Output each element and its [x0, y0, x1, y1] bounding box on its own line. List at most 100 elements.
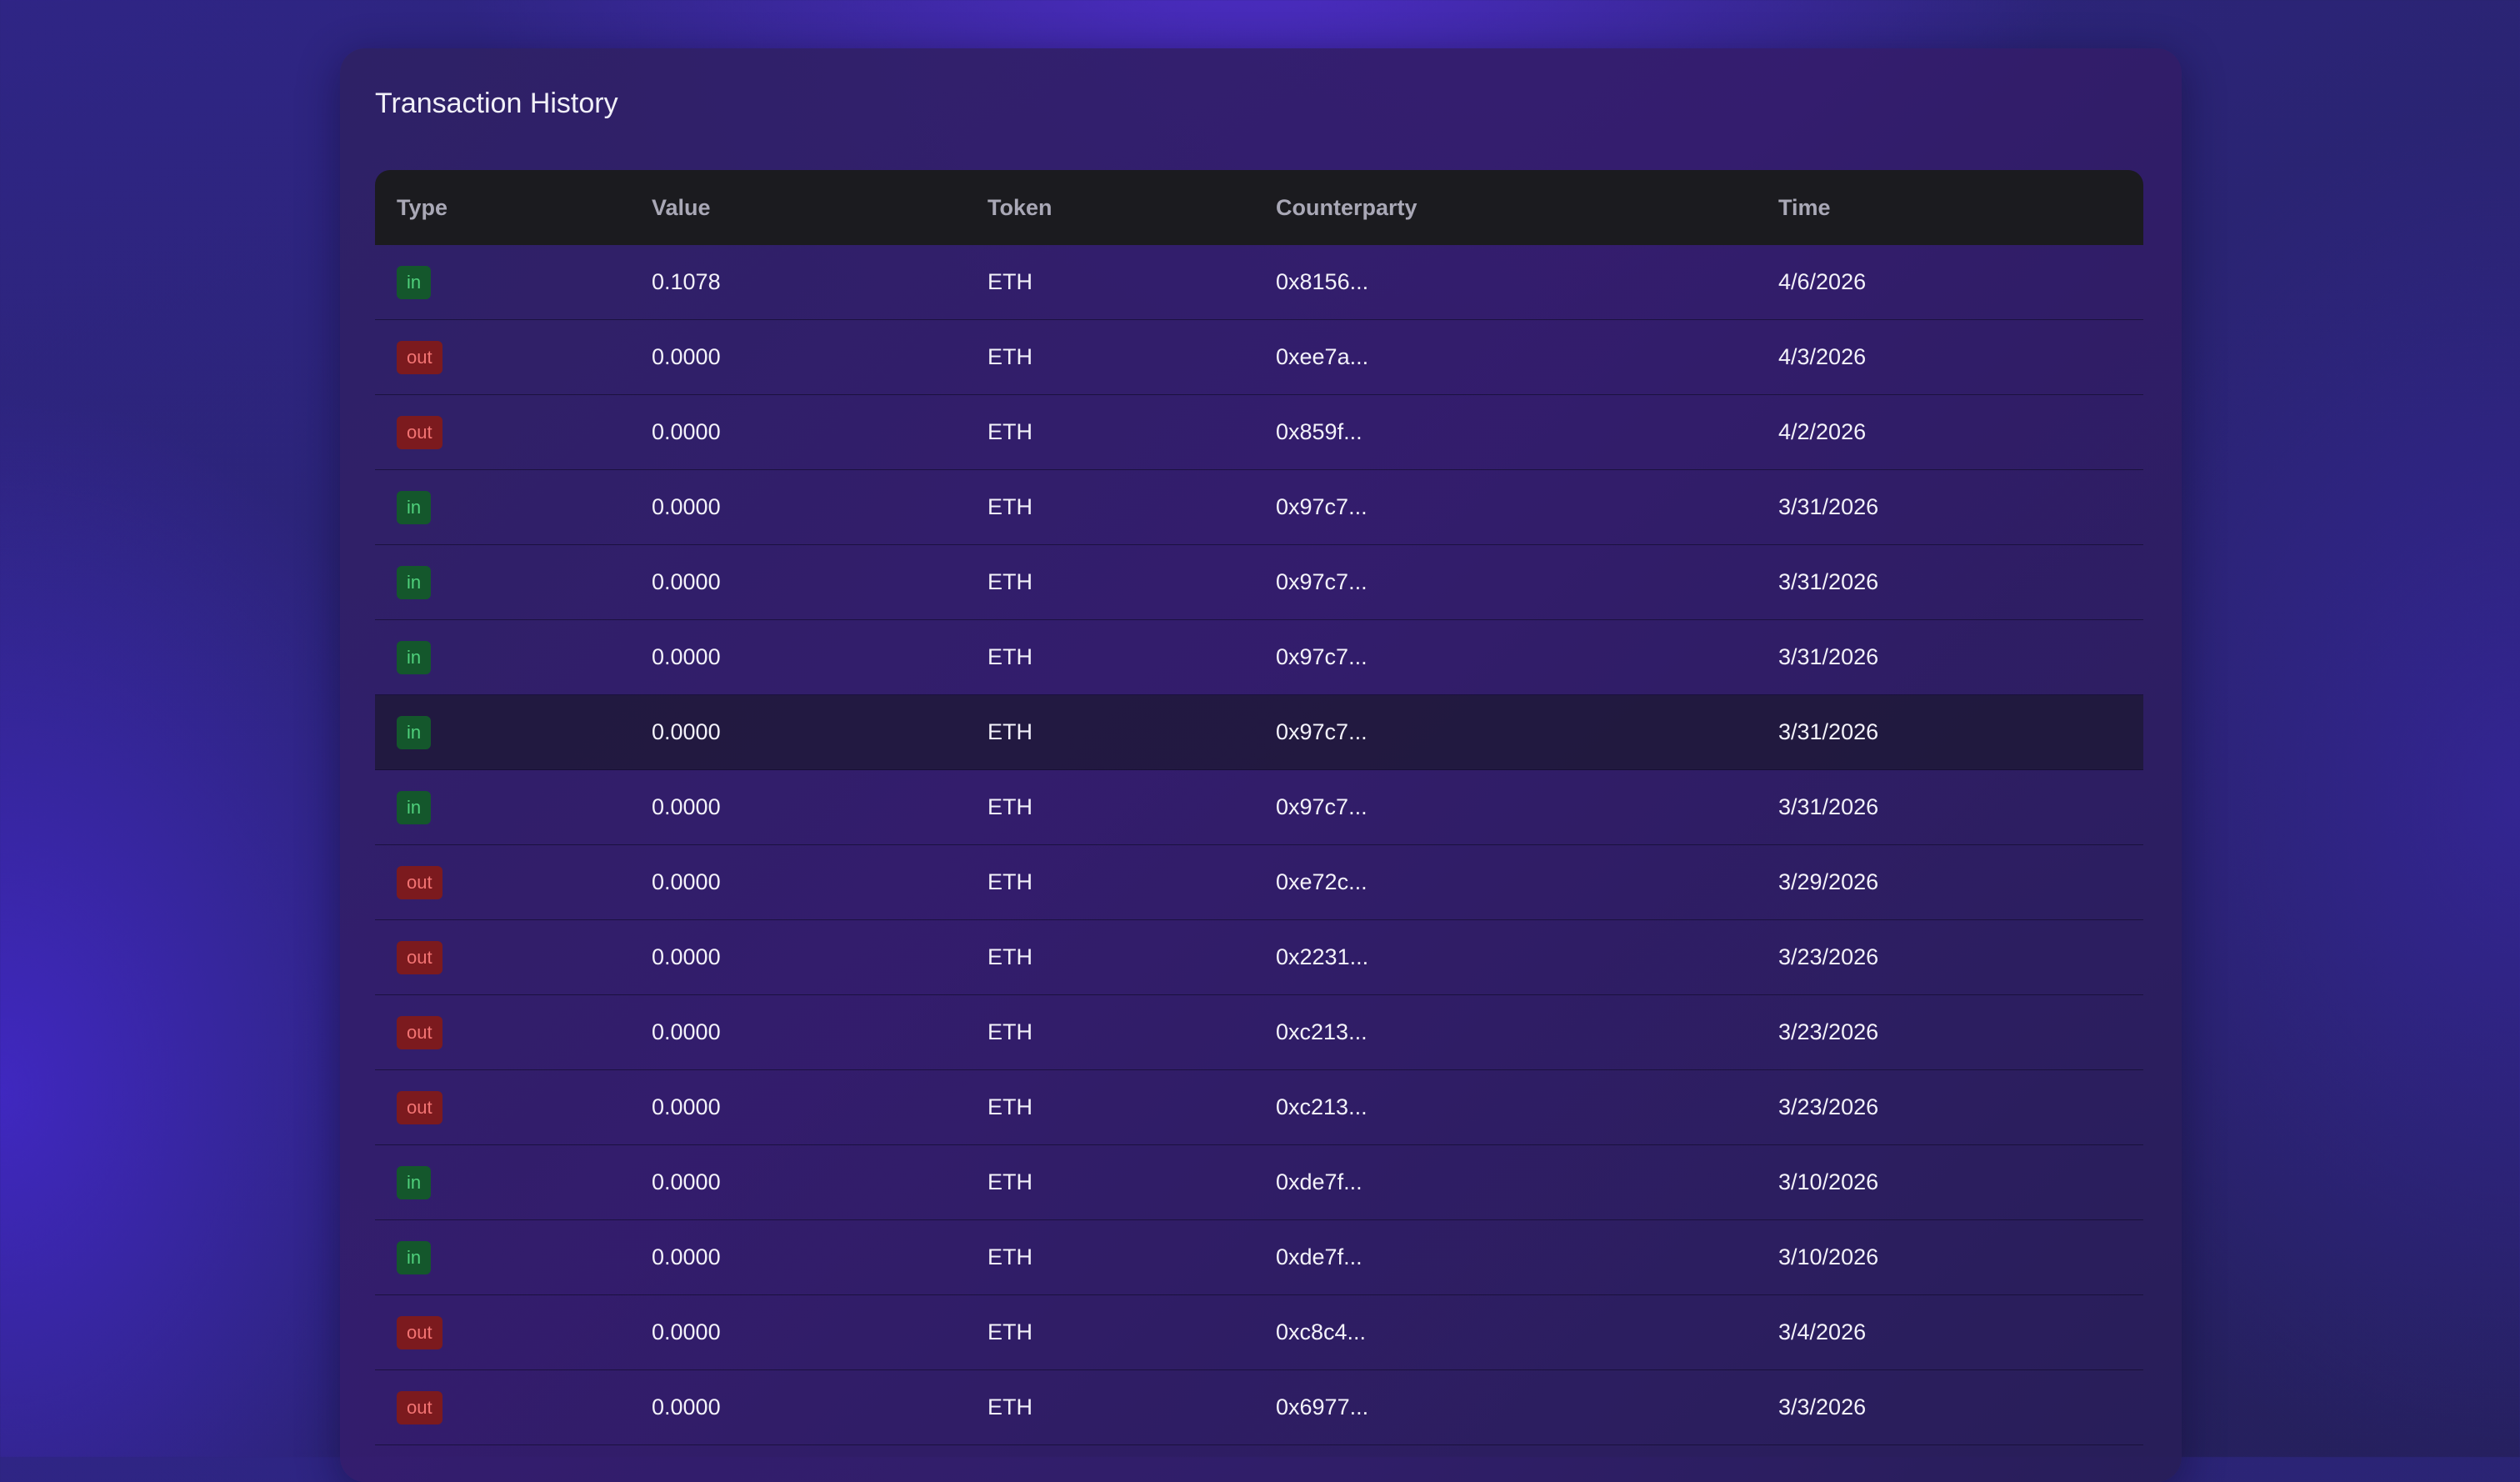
time-cell: 4/3/2026: [1757, 319, 2143, 395]
column-header-counterparty[interactable]: Counterparty: [1254, 170, 1757, 245]
token-cell: ETH: [966, 619, 1254, 695]
table-row[interactable]: in 0.0000 ETH 0x97c7... 3/31/2026: [375, 619, 2143, 695]
type-badge: in: [397, 1240, 432, 1274]
transaction-table-container: Type Value Token Counterparty Time in 0.1…: [375, 170, 2143, 1445]
table-row[interactable]: in 0.0000 ETH 0x97c7... 3/31/2026: [375, 694, 2143, 770]
counterparty-cell: 0xc213...: [1254, 1069, 1757, 1145]
table-row[interactable]: in 0.0000 ETH 0x97c7... 3/31/2026: [375, 544, 2143, 620]
time-cell: 3/31/2026: [1757, 619, 2143, 695]
counterparty-cell: 0xde7f...: [1254, 1219, 1757, 1295]
token-cell: ETH: [966, 1069, 1254, 1145]
time-cell: 3/3/2026: [1757, 1369, 2143, 1445]
time-cell: 3/23/2026: [1757, 919, 2143, 995]
table-row[interactable]: out 0.0000 ETH 0xc213... 3/23/2026: [375, 1069, 2143, 1145]
type-badge: in: [397, 715, 432, 749]
value-cell: 0.0000: [630, 1144, 966, 1220]
value-cell: 0.0000: [630, 544, 966, 620]
counterparty-cell: 0xc8c4...: [1254, 1294, 1757, 1370]
time-cell: 3/10/2026: [1757, 1144, 2143, 1220]
counterparty-cell: 0x97c7...: [1254, 469, 1757, 545]
time-cell: 3/23/2026: [1757, 994, 2143, 1070]
token-cell: ETH: [966, 844, 1254, 920]
counterparty-cell: 0x8156...: [1254, 245, 1757, 320]
type-cell: out: [375, 919, 630, 995]
table-row[interactable]: in 0.0000 ETH 0x97c7... 3/31/2026: [375, 769, 2143, 845]
value-cell: 0.0000: [630, 694, 966, 770]
type-badge: in: [397, 640, 432, 674]
table-row[interactable]: in 0.0000 ETH 0xde7f... 3/10/2026: [375, 1144, 2143, 1220]
type-badge: in: [397, 565, 432, 599]
token-cell: ETH: [966, 319, 1254, 395]
type-badge: in: [397, 1165, 432, 1199]
type-cell: out: [375, 1294, 630, 1370]
value-cell: 0.0000: [630, 1219, 966, 1295]
type-cell: in: [375, 1219, 630, 1295]
counterparty-cell: 0xde7f...: [1254, 1144, 1757, 1220]
table-row[interactable]: out 0.0000 ETH 0xc213... 3/23/2026: [375, 994, 2143, 1070]
type-badge: in: [397, 490, 432, 524]
type-cell: in: [375, 694, 630, 770]
counterparty-cell: 0xc213...: [1254, 994, 1757, 1070]
value-cell: 0.0000: [630, 1369, 966, 1445]
counterparty-cell: 0x97c7...: [1254, 619, 1757, 695]
type-badge: out: [397, 415, 442, 449]
token-cell: ETH: [966, 994, 1254, 1070]
value-cell: 0.0000: [630, 994, 966, 1070]
type-cell: in: [375, 1144, 630, 1220]
type-cell: in: [375, 769, 630, 845]
counterparty-cell: 0x6977...: [1254, 1369, 1757, 1445]
value-cell: 0.0000: [630, 619, 966, 695]
token-cell: ETH: [966, 544, 1254, 620]
table-row[interactable]: out 0.0000 ETH 0xe72c... 3/29/2026: [375, 844, 2143, 920]
time-cell: 3/31/2026: [1757, 694, 2143, 770]
time-cell: 4/2/2026: [1757, 394, 2143, 470]
table-row[interactable]: out 0.0000 ETH 0xc8c4... 3/4/2026: [375, 1294, 2143, 1370]
value-cell: 0.0000: [630, 919, 966, 995]
panel-title: Transaction History: [375, 88, 618, 119]
token-cell: ETH: [966, 919, 1254, 995]
table-row[interactable]: in 0.0000 ETH 0x97c7... 3/31/2026: [375, 469, 2143, 545]
value-cell: 0.0000: [630, 1294, 966, 1370]
type-badge: out: [397, 1315, 442, 1349]
time-cell: 3/31/2026: [1757, 544, 2143, 620]
value-cell: 0.0000: [630, 394, 966, 470]
transaction-table-body: in 0.1078 ETH 0x8156... 4/6/2026 out 0.0000 ETH…: [375, 245, 2143, 1445]
transaction-table: Type Value Token Counterparty Time in 0.1…: [375, 170, 2143, 1445]
token-cell: ETH: [966, 469, 1254, 545]
time-cell: 3/29/2026: [1757, 844, 2143, 920]
value-cell: 0.0000: [630, 769, 966, 845]
table-header-row: Type Value Token Counterparty Time: [375, 170, 2143, 245]
counterparty-cell: 0x2231...: [1254, 919, 1757, 995]
type-badge: in: [397, 265, 432, 299]
time-cell: 3/31/2026: [1757, 469, 2143, 545]
table-row[interactable]: out 0.0000 ETH 0xee7a... 4/3/2026: [375, 319, 2143, 395]
column-header-time[interactable]: Time: [1757, 170, 2143, 245]
counterparty-cell: 0xe72c...: [1254, 844, 1757, 920]
time-cell: 3/23/2026: [1757, 1069, 2143, 1145]
token-cell: ETH: [966, 394, 1254, 470]
column-header-token[interactable]: Token: [966, 170, 1254, 245]
counterparty-cell: 0x859f...: [1254, 394, 1757, 470]
time-cell: 4/6/2026: [1757, 245, 2143, 320]
table-row[interactable]: in 0.0000 ETH 0xde7f... 3/10/2026: [375, 1219, 2143, 1295]
value-cell: 0.1078: [630, 245, 966, 320]
value-cell: 0.0000: [630, 319, 966, 395]
counterparty-cell: 0x97c7...: [1254, 769, 1757, 845]
transaction-history-panel: Transaction History Type Value Token Cou…: [340, 48, 2182, 1482]
type-badge: out: [397, 1015, 442, 1049]
type-cell: out: [375, 1069, 630, 1145]
column-header-value[interactable]: Value: [630, 170, 966, 245]
type-cell: in: [375, 544, 630, 620]
type-badge: out: [397, 940, 442, 974]
column-header-type[interactable]: Type: [375, 170, 630, 245]
type-badge: out: [397, 1090, 442, 1124]
table-row[interactable]: out 0.0000 ETH 0x6977... 3/3/2026: [375, 1369, 2143, 1445]
table-row[interactable]: in 0.1078 ETH 0x8156... 4/6/2026: [375, 245, 2143, 320]
time-cell: 3/10/2026: [1757, 1219, 2143, 1295]
type-badge: out: [397, 340, 442, 374]
table-row[interactable]: out 0.0000 ETH 0x2231... 3/23/2026: [375, 919, 2143, 995]
value-cell: 0.0000: [630, 469, 966, 545]
table-row[interactable]: out 0.0000 ETH 0x859f... 4/2/2026: [375, 394, 2143, 470]
type-cell: out: [375, 844, 630, 920]
type-badge: out: [397, 1390, 442, 1424]
